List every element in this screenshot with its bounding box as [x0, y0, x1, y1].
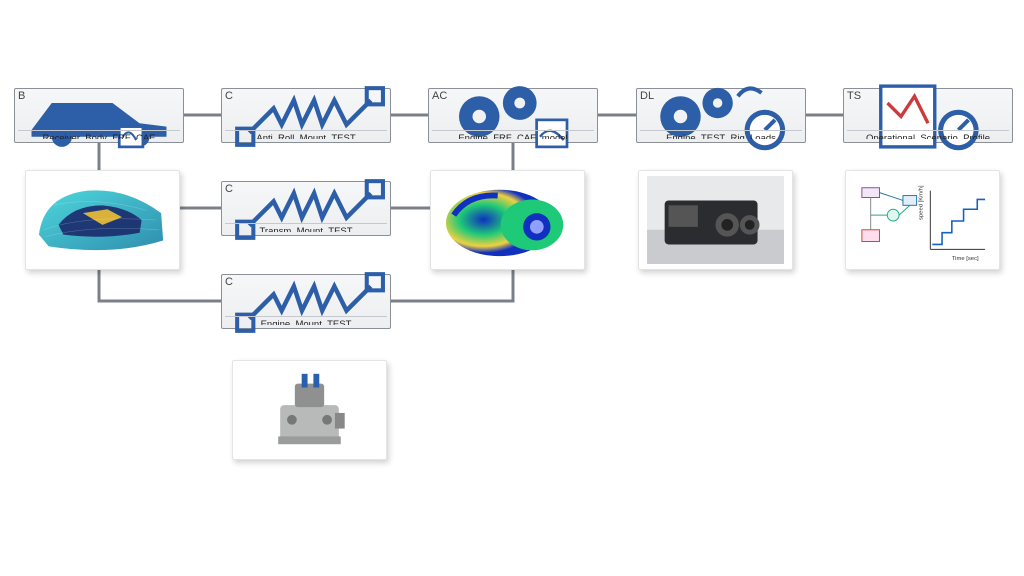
- spring-icon: [225, 195, 387, 223]
- thumb-car-scan: [25, 170, 180, 270]
- thumb-fea: [430, 170, 585, 270]
- node-rigloads[interactable]: DL Engine_TEST_Rig_Loads: [636, 88, 806, 143]
- document-gauge-icon: [847, 102, 1009, 130]
- svg-text:Time [sec]: Time [sec]: [952, 256, 979, 262]
- node-label: Anti_Roll_Mount_TEST: [225, 130, 387, 139]
- node-antiroll[interactable]: C Anti_Roll_Mount_TEST: [221, 88, 391, 143]
- thumb-scenario-chart: Time [sec] speed [Km/h]: [845, 170, 1000, 270]
- node-label: Operational_Scenario_Profile: [847, 130, 1009, 139]
- node-label: Receiver_Body_FRF_CAE: [18, 130, 180, 139]
- node-engfrf[interactable]: AC Engine_FRF_CAE_model: [428, 88, 598, 143]
- node-label: Engine_Mount_TEST: [225, 316, 387, 325]
- thumb-photo-rig: [638, 170, 793, 270]
- node-receiver[interactable]: B Receiver_Body_FRF_CAE: [14, 88, 184, 143]
- thumb-photo-mount: [232, 360, 387, 460]
- gears-icon: [432, 102, 594, 130]
- svg-text:speed [Km/h]: speed [Km/h]: [919, 185, 925, 220]
- node-label: Engine_FRF_CAE_model: [432, 130, 594, 139]
- node-transm[interactable]: C Transm_Mount_TEST: [221, 181, 391, 236]
- gears-gauge-icon: [640, 102, 802, 130]
- node-opscen[interactable]: TS Operational_Scenario_Profile: [843, 88, 1013, 143]
- car-icon: [18, 102, 180, 130]
- spring-icon: [225, 102, 387, 130]
- node-label: Engine_TEST_Rig_Loads: [640, 130, 802, 139]
- spring-icon: [225, 288, 387, 316]
- node-label: Transm_Mount_TEST: [225, 223, 387, 232]
- node-engmnt[interactable]: C Engine_Mount_TEST: [221, 274, 391, 329]
